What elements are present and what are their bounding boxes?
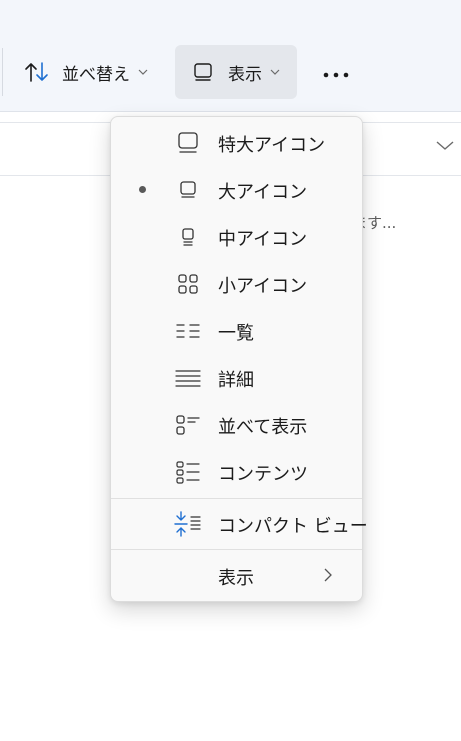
menu-item-label: コンテンツ: [218, 464, 308, 485]
medium-icons-icon: [173, 224, 203, 250]
menu-item-label: 特大アイコン: [218, 135, 326, 156]
menu-item-large-icons[interactable]: 大アイコン: [111, 167, 362, 213]
sort-button-label: 並べ替え: [62, 64, 130, 85]
toolbar-separator: [2, 48, 3, 96]
view-menu: 特大アイコン 大アイコン 中アイコン 小アイコン 一覧 詳細 並べて表示 コンテ…: [110, 116, 368, 602]
view-button-label: 表示: [228, 64, 262, 85]
chevron-down-icon: [270, 68, 280, 76]
menu-item-small-icons[interactable]: 小アイコン: [111, 261, 362, 307]
menu-item-label: コンパクト ビュー: [218, 516, 368, 537]
large-icons-icon: [173, 177, 203, 203]
menu-item-content[interactable]: コンテンツ: [111, 449, 362, 495]
selected-bullet-icon: [139, 186, 146, 193]
chevron-down-icon[interactable]: [435, 137, 455, 156]
menu-item-tiles[interactable]: 並べて表示: [111, 402, 362, 448]
more-horizontal-icon: [322, 64, 350, 83]
compact-view-icon: [173, 511, 203, 537]
view-button[interactable]: 表示: [175, 45, 297, 99]
menu-item-show-submenu[interactable]: 表示: [111, 553, 362, 599]
menu-item-medium-icons[interactable]: 中アイコン: [111, 214, 362, 260]
menu-divider: [111, 549, 362, 550]
chevron-down-icon: [138, 68, 148, 76]
sort-arrows-icon: [24, 59, 50, 85]
small-icons-icon: [173, 271, 203, 297]
details-icon: [173, 365, 203, 391]
content-icon: [173, 459, 203, 485]
menu-divider: [111, 498, 362, 499]
extra-large-icons-icon: [173, 130, 203, 156]
list-icon: [173, 318, 203, 344]
menu-item-label: 小アイコン: [218, 276, 308, 297]
chevron-right-icon: [323, 567, 333, 588]
menu-item-details[interactable]: 詳細: [111, 355, 362, 401]
menu-item-compact-view[interactable]: コンパクト ビュー: [111, 501, 368, 547]
menu-item-label: 一覧: [218, 323, 254, 344]
menu-item-label: 並べて表示: [218, 417, 308, 438]
more-options-button[interactable]: [318, 60, 354, 86]
menu-item-label: 詳細: [218, 370, 254, 391]
command-bar: 並べ替え 表示: [0, 0, 461, 112]
menu-item-extra-large-icons[interactable]: 特大アイコン: [111, 120, 362, 166]
menu-item-label: 中アイコン: [218, 229, 308, 250]
tiles-icon: [173, 412, 203, 438]
menu-item-list[interactable]: 一覧: [111, 308, 362, 354]
menu-item-label: 大アイコン: [218, 182, 308, 203]
sort-button[interactable]: 並べ替え: [14, 45, 162, 99]
large-icons-view-icon: [190, 59, 216, 85]
menu-item-label: 表示: [218, 568, 254, 589]
